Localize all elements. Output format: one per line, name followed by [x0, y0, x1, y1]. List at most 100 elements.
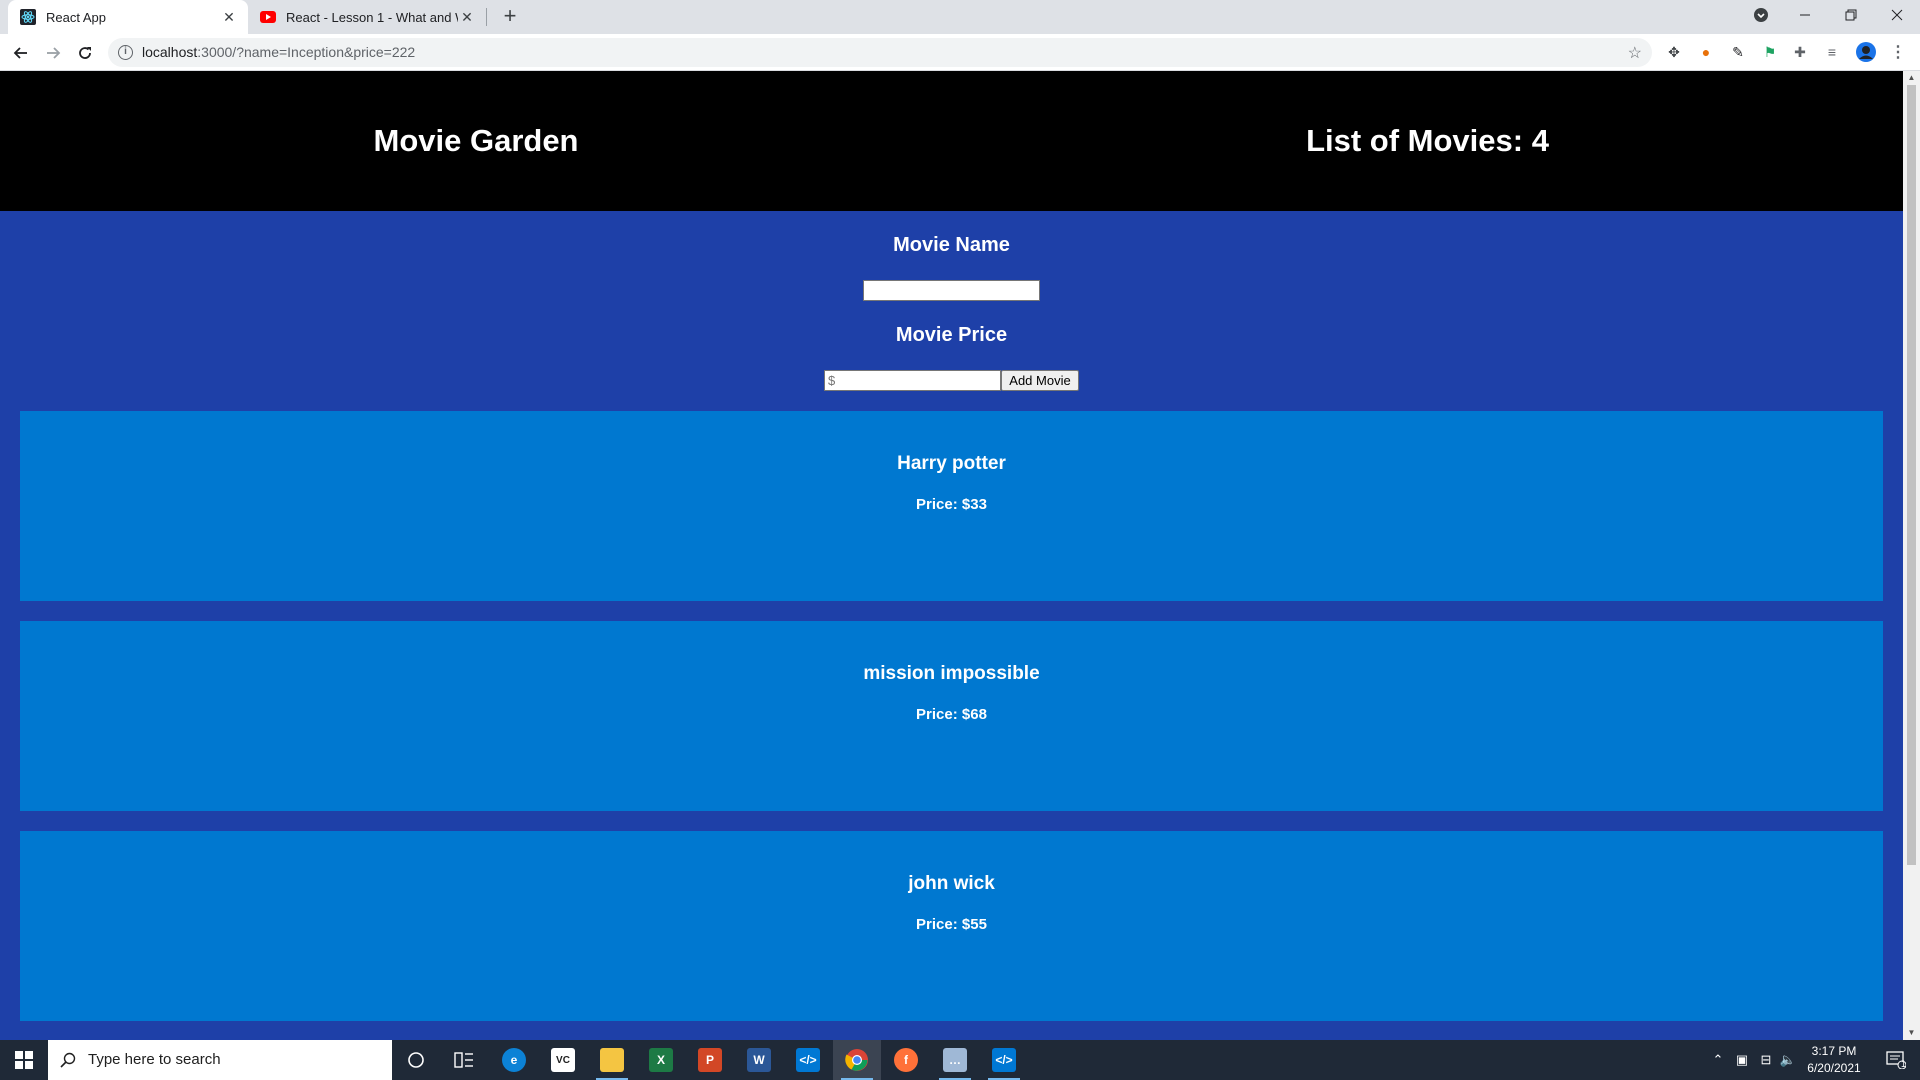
react-favicon-icon [20, 9, 36, 25]
taskbar-vscode-window[interactable]: </> [980, 1040, 1028, 1080]
bookmark-star-icon[interactable]: ☆ [1628, 43, 1642, 63]
address-bar[interactable]: i localhost:3000/?name=Inception&price=2… [108, 38, 1652, 67]
tab-close-icon[interactable]: ✕ [220, 8, 238, 26]
address-url: localhost:3000/?name=Inception&price=222 [142, 44, 416, 60]
profile-avatar[interactable] [1856, 42, 1876, 62]
movie-price-input[interactable] [824, 370, 1001, 391]
movie-card: john wick Price: $55 [20, 831, 1883, 1021]
movie-title: john wick [908, 873, 995, 894]
app-header: Movie Garden List of Movies: 4 [0, 71, 1903, 211]
extensions-puzzle-icon[interactable]: ✚ [1790, 42, 1810, 62]
back-button[interactable] [8, 40, 34, 66]
clock-date: 6/20/2021 [1807, 1061, 1861, 1075]
close-window-button[interactable] [1874, 0, 1920, 30]
movie-price-label: Movie Price [895, 324, 1008, 346]
taskbar-chrome[interactable] [833, 1040, 881, 1080]
cortana-circle-icon [408, 1052, 424, 1068]
taskbar-excel[interactable]: X [637, 1040, 685, 1080]
movie-title: Harry potter [897, 453, 1006, 474]
tab-search-button[interactable] [1738, 0, 1784, 30]
notification-count: 1 [1901, 1059, 1907, 1069]
tray-overflow-chevron-icon[interactable]: ⌃ [1710, 1040, 1726, 1080]
movie-card: mission impossible Price: $68 [20, 621, 1883, 811]
vlc-app-icon: VC [551, 1048, 575, 1072]
taskbar-word[interactable]: W [735, 1040, 783, 1080]
tab-title: React - Lesson 1 - What and Why [286, 9, 458, 25]
reading-list-icon[interactable]: ≡ [1822, 42, 1842, 62]
minimize-button[interactable] [1782, 0, 1828, 30]
forward-button[interactable] [40, 40, 66, 66]
movie-name-label: Movie Name [893, 234, 1010, 256]
excel-icon: X [649, 1048, 673, 1072]
tray-app-icon[interactable]: ▣ [1730, 1040, 1754, 1080]
volume-icon[interactable]: 🔈 [1776, 1040, 1800, 1080]
tab-youtube-lesson[interactable]: React - Lesson 1 - What and Why ✕ [250, 0, 486, 34]
vscode-icon: </> [992, 1048, 1016, 1072]
extension-crosshair-icon[interactable]: ✥ [1664, 42, 1684, 62]
search-icon [60, 1052, 76, 1068]
taskbar-firefox[interactable]: f [882, 1040, 930, 1080]
chrome-menu-icon[interactable]: ⋮ [1888, 42, 1908, 62]
clock-time: 3:17 PM [1811, 1044, 1857, 1058]
tab-react-app[interactable]: React App ✕ [8, 0, 248, 34]
extension-flag-icon[interactable]: ⚑ [1760, 42, 1780, 62]
cortana-button[interactable] [392, 1040, 440, 1080]
taskbar-powerpoint[interactable]: P [686, 1040, 734, 1080]
restore-button[interactable] [1828, 0, 1874, 30]
windows-logo-icon [15, 1051, 33, 1069]
reload-icon [79, 47, 91, 59]
start-button[interactable] [0, 1040, 48, 1080]
forward-arrow-icon [47, 47, 61, 59]
page-scrollbar[interactable]: ▲ ▼ [1903, 71, 1920, 1040]
browser-toolbar: i localhost:3000/?name=Inception&price=2… [0, 34, 1920, 71]
scroll-down-icon[interactable]: ▼ [1903, 1026, 1920, 1040]
chat-bubble-icon: … [943, 1048, 967, 1072]
movie-price: Price: $33 [916, 496, 987, 513]
taskbar-file-explorer[interactable] [588, 1040, 636, 1080]
movie-price: Price: $55 [916, 916, 987, 933]
movie-card: Harry potter Price: $33 [20, 411, 1883, 601]
close-icon [1891, 9, 1903, 21]
extension-pen-icon[interactable]: ✎ [1728, 42, 1748, 62]
youtube-favicon-icon [260, 9, 276, 25]
taskbar-edge[interactable]: e [490, 1040, 538, 1080]
movie-price: Price: $68 [916, 706, 987, 723]
scroll-up-icon[interactable]: ▲ [1903, 71, 1920, 85]
brand-title: Movie Garden [373, 123, 579, 158]
extension-fire-icon[interactable]: ● [1696, 42, 1716, 62]
scrollbar-thumb[interactable] [1907, 85, 1916, 865]
movie-name-input[interactable] [863, 280, 1040, 301]
notification-center-button[interactable]: 1 [1876, 1040, 1916, 1080]
chrome-icon [845, 1049, 868, 1071]
taskbar-vlc-app[interactable]: VC [539, 1040, 587, 1080]
restore-icon [1845, 9, 1857, 21]
site-info-icon[interactable]: i [118, 45, 133, 60]
vscode-icon: </> [796, 1048, 820, 1072]
taskbar-clock[interactable]: 3:17 PM 6/20/2021 [1798, 1043, 1870, 1077]
word-icon: W [747, 1048, 771, 1072]
tab-title: React App [46, 9, 106, 25]
firefox-icon: f [894, 1048, 918, 1072]
taskbar-search-box[interactable]: Type here to search [48, 1040, 392, 1080]
tab-search-icon [1754, 8, 1768, 22]
browser-tab-strip: React App ✕ React - Lesson 1 - What and … [0, 0, 1920, 34]
windows-taskbar: Type here to search e VC X P W </> f … <… [0, 1040, 1920, 1080]
movie-count: List of Movies: 4 [1306, 123, 1549, 158]
tab-close-icon[interactable]: ✕ [458, 8, 476, 26]
tab-divider [486, 8, 487, 26]
minimize-icon [1800, 14, 1810, 16]
edge-icon: e [502, 1048, 526, 1072]
taskbar-vscode[interactable]: </> [784, 1040, 832, 1080]
folder-icon [600, 1048, 624, 1072]
new-tab-button[interactable]: + [498, 5, 522, 29]
back-arrow-icon [13, 47, 27, 59]
taskbar-chat-app[interactable]: … [931, 1040, 979, 1080]
search-placeholder: Type here to search [88, 1051, 221, 1068]
reload-button[interactable] [72, 40, 98, 66]
network-icon[interactable]: ⊟ [1754, 1040, 1778, 1080]
powerpoint-icon: P [698, 1048, 722, 1072]
task-view-button[interactable] [440, 1040, 488, 1080]
movie-title: mission impossible [863, 663, 1040, 684]
task-view-icon [454, 1052, 473, 1068]
add-movie-button[interactable]: Add Movie [1001, 370, 1079, 391]
